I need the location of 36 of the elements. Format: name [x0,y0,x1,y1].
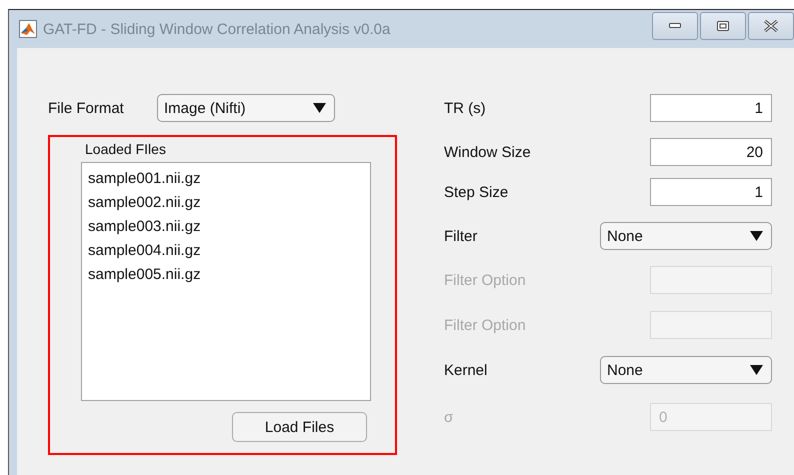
caret-icon [750,365,763,375]
field-label: TR (s) [444,100,486,116]
input-field[interactable]: 1 [650,94,772,122]
load-files-button[interactable]: Load Files [232,412,367,442]
minimize-button[interactable] [652,12,698,40]
close-button[interactable] [748,12,794,40]
dropdown[interactable]: None [600,356,772,384]
minimize-icon [669,23,681,29]
app-logo-icon [19,20,37,38]
dropdown[interactable]: None [600,222,772,250]
window-title: GAT-FD - Sliding Window Correlation Analysis v0.0a [43,20,392,38]
caret-icon [750,231,763,241]
close-icon [764,20,778,32]
field-label: File Format [48,100,125,116]
field-label: Filter Option [444,272,526,288]
panel-title: Loaded FIles [85,141,167,157]
field-label: Kernel [444,362,488,378]
maximize-button[interactable] [700,12,746,40]
field-label: Window Size [444,144,531,160]
file-list-item[interactable]: sample001.nii.gz [88,167,201,191]
file-format-dropdown[interactable]: Image (Nifti) [157,94,335,122]
field-label: Step Size [444,184,508,200]
file-list-item[interactable]: sample004.nii.gz [88,239,201,263]
field-label: Filter Option [444,316,526,334]
input-field[interactable]: 1 [650,178,772,206]
caret-icon [313,103,326,113]
input-field[interactable]: 20 [650,138,772,166]
input-field[interactable] [650,311,772,339]
file-list-item[interactable]: sample005.nii.gz [88,263,201,287]
file-list[interactable]: sample001.nii.gz sample002.nii.gz sample003.nii.gz sample004.nii.gz sample005.nii.gz [81,162,371,401]
file-list-item[interactable]: sample003.nii.gz [88,215,201,239]
field-label: σ [444,408,454,426]
file-list-item[interactable]: sample002.nii.gz [88,191,201,215]
field-label: Filter [444,228,478,244]
maximize-icon [717,21,729,31]
input-field[interactable] [650,266,772,294]
